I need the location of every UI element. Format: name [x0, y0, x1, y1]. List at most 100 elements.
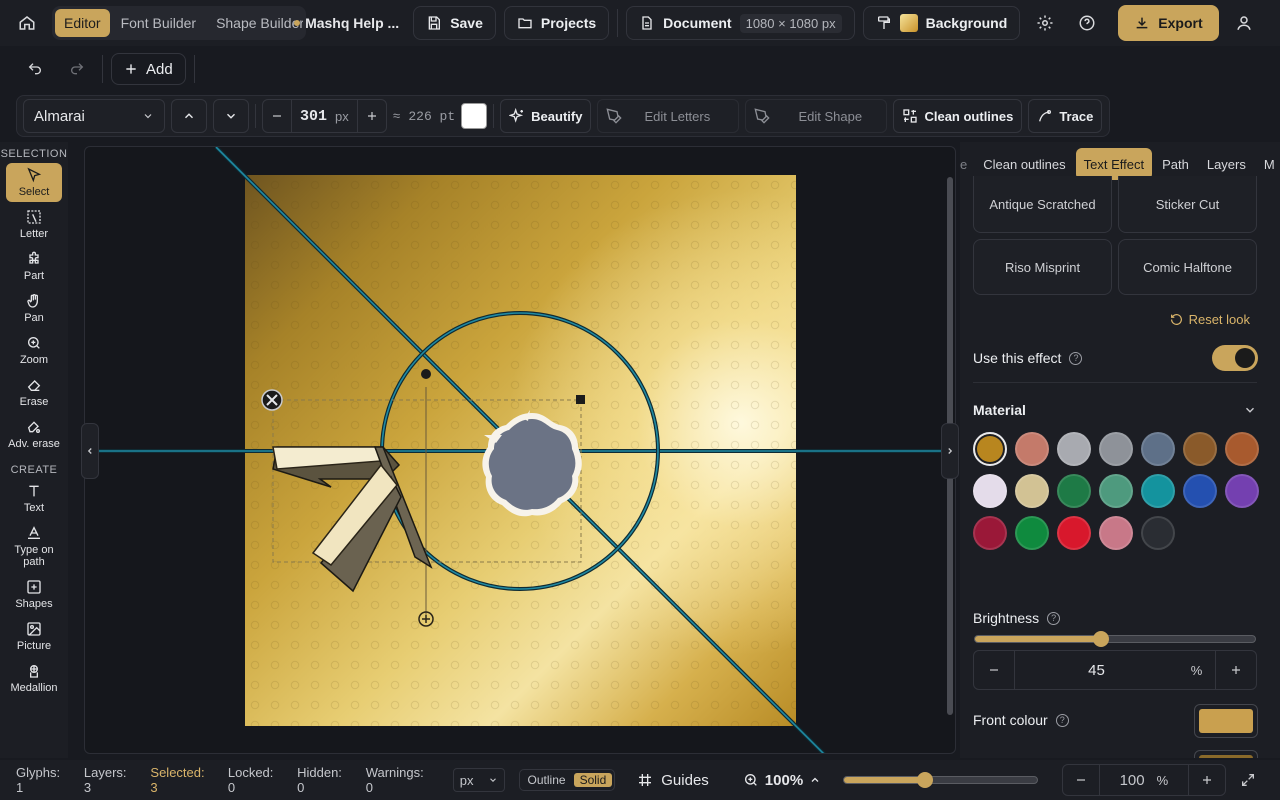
- tab-font-builder[interactable]: Font Builder: [112, 9, 205, 37]
- reset-look-button[interactable]: Reset look: [1170, 312, 1250, 327]
- help-button[interactable]: [1070, 7, 1104, 39]
- divider: [617, 9, 619, 37]
- help-icon[interactable]: ?: [1069, 351, 1083, 365]
- material-swatch[interactable]: [1057, 474, 1091, 508]
- effect-riso-misprint[interactable]: Riso Misprint: [973, 239, 1112, 295]
- tool-text[interactable]: Text: [6, 479, 62, 518]
- resize-handle[interactable]: [576, 395, 585, 404]
- help-icon[interactable]: ?: [1055, 713, 1069, 727]
- add-button[interactable]: Add: [111, 53, 186, 85]
- save-button[interactable]: Save: [413, 6, 496, 40]
- tool-select[interactable]: Select: [6, 163, 62, 202]
- size-decrease-button[interactable]: [263, 100, 291, 132]
- brightness-slider[interactable]: [974, 631, 1256, 647]
- font-size-input[interactable]: 301 px: [291, 100, 358, 132]
- text-colour-swatch[interactable]: [461, 103, 488, 129]
- material-swatch[interactable]: [1015, 516, 1049, 550]
- tool-medallion[interactable]: Medallion: [6, 659, 62, 698]
- background-button[interactable]: Background: [862, 6, 1021, 40]
- font-prev-button[interactable]: [171, 99, 207, 133]
- zoom-out-button[interactable]: [1063, 765, 1099, 795]
- front-colour-label: Front colour: [973, 712, 1048, 728]
- tab-editor[interactable]: Editor: [55, 9, 110, 37]
- settings-button[interactable]: [1028, 7, 1062, 39]
- fullscreen-button[interactable]: [1232, 764, 1264, 796]
- tool-picture[interactable]: Picture: [6, 617, 62, 656]
- save-label: Save: [450, 15, 483, 31]
- font-next-button[interactable]: [213, 99, 249, 133]
- edit-shape-button[interactable]: Edit Shape: [745, 99, 888, 133]
- brightness-input[interactable]: 45: [1014, 651, 1178, 689]
- home-button[interactable]: [10, 7, 44, 39]
- font-select[interactable]: Almarai: [23, 99, 165, 133]
- front-colour-swatch[interactable]: [1194, 704, 1258, 738]
- tab-truncated-right[interactable]: M: [1256, 148, 1280, 180]
- material-swatch[interactable]: [1015, 474, 1049, 508]
- material-swatch[interactable]: [1057, 516, 1091, 550]
- outline-option[interactable]: Outline: [522, 773, 572, 787]
- tool-erase[interactable]: Erase: [6, 373, 62, 412]
- use-effect-toggle[interactable]: [1212, 345, 1258, 371]
- tool-adv-erase[interactable]: Adv. erase: [6, 415, 62, 454]
- help-icon[interactable]: ?: [1047, 611, 1061, 625]
- material-swatch[interactable]: [1141, 432, 1175, 466]
- export-button[interactable]: Export: [1118, 5, 1219, 41]
- edit-letters-button[interactable]: Edit Letters: [597, 99, 740, 133]
- effect-antique-scratched[interactable]: Antique Scratched: [973, 176, 1112, 233]
- brightness-decrease-button[interactable]: [974, 651, 1014, 689]
- guides-button[interactable]: Guides: [637, 772, 709, 789]
- clean-outlines-button[interactable]: Clean outlines: [893, 99, 1023, 133]
- material-swatch[interactable]: [1099, 474, 1133, 508]
- brightness-increase-button[interactable]: [1216, 651, 1256, 689]
- account-button[interactable]: [1227, 7, 1261, 39]
- material-swatch[interactable]: [973, 516, 1007, 550]
- undo-button[interactable]: [18, 53, 52, 85]
- glyph-3d[interactable]: [272, 446, 433, 593]
- anchor-point[interactable]: [421, 369, 431, 379]
- projects-button[interactable]: Projects: [503, 6, 610, 40]
- canvas-area[interactable]: [84, 146, 956, 754]
- material-swatch[interactable]: [1057, 432, 1091, 466]
- tool-shapes[interactable]: Shapes: [6, 575, 62, 614]
- material-swatch[interactable]: [1225, 432, 1259, 466]
- tool-type-on-path[interactable]: Type on path: [6, 521, 62, 572]
- tab-shape-builder[interactable]: Shape Builder: [207, 9, 303, 37]
- zoom-input[interactable]: 100 %: [1098, 765, 1189, 795]
- slider-thumb[interactable]: [917, 772, 934, 788]
- zoom-menu[interactable]: 100%: [743, 772, 821, 789]
- slider-thumb[interactable]: [1093, 631, 1109, 647]
- material-swatch[interactable]: [1225, 474, 1259, 508]
- size-increase-button[interactable]: [358, 100, 386, 132]
- unit-select[interactable]: px: [452, 768, 505, 792]
- material-swatch[interactable]: [1183, 432, 1217, 466]
- sparkles-icon: [509, 108, 524, 123]
- tool-pan[interactable]: Pan: [6, 289, 62, 328]
- material-swatch[interactable]: [1015, 432, 1049, 466]
- beautify-button[interactable]: Beautify: [500, 99, 592, 133]
- material-swatch[interactable]: [973, 432, 1007, 466]
- tool-zoom[interactable]: Zoom: [6, 331, 62, 370]
- material-header[interactable]: Material: [973, 402, 1257, 418]
- material-swatch[interactable]: [1141, 474, 1175, 508]
- collapse-right-button[interactable]: [941, 423, 959, 479]
- effect-comic-halftone[interactable]: Comic Halftone: [1118, 239, 1257, 295]
- zoom-in-button[interactable]: [1189, 765, 1225, 795]
- tool-part[interactable]: Part: [6, 247, 62, 286]
- document-button[interactable]: Document 1080 × 1080 px: [626, 6, 855, 40]
- redo-button[interactable]: [60, 53, 94, 85]
- material-swatch[interactable]: [1141, 516, 1175, 550]
- zoom-slider[interactable]: [843, 772, 1038, 788]
- material-swatch[interactable]: [1183, 474, 1217, 508]
- solid-option[interactable]: Solid: [573, 773, 613, 787]
- effect-sticker-cut[interactable]: Sticker Cut: [1118, 176, 1257, 233]
- project-name[interactable]: Mashq Help ...: [294, 15, 399, 31]
- trace-button[interactable]: Trace: [1028, 99, 1103, 133]
- material-swatch[interactable]: [1099, 432, 1133, 466]
- tool-letter[interactable]: Letter: [6, 205, 62, 244]
- back-colour-swatch[interactable]: [1194, 750, 1258, 758]
- folder-icon: [518, 18, 532, 29]
- material-swatch[interactable]: [973, 474, 1007, 508]
- collapse-left-button[interactable]: [81, 423, 99, 479]
- tab-truncated-left[interactable]: e: [960, 148, 973, 180]
- material-swatch[interactable]: [1099, 516, 1133, 550]
